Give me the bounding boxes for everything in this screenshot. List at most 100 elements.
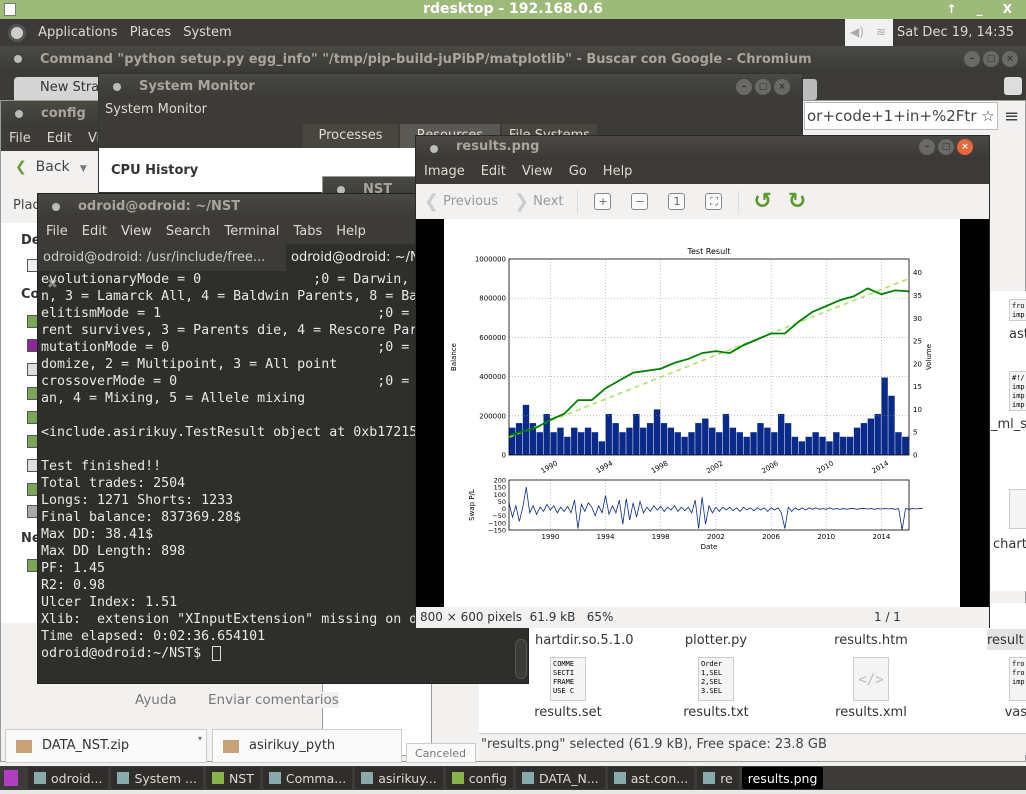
sysmon-header: System Monitor bbox=[99, 100, 802, 124]
tab-processes[interactable]: Processes bbox=[303, 124, 398, 148]
config-titlebar[interactable]: config bbox=[1, 101, 111, 127]
download-item[interactable]: asirikuy_pyth bbox=[212, 729, 402, 763]
menu-image[interactable]: Image bbox=[424, 160, 465, 184]
taskbar-item[interactable]: System ... bbox=[111, 767, 203, 789]
zoom-fit-icon[interactable]: ⛶ bbox=[705, 193, 723, 210]
chromium-titlebar[interactable]: Command "python setup.py egg_info" "/tmp… bbox=[0, 46, 1026, 73]
terminal-line: rent survives, 3 = Parents die, 4 = Resc… bbox=[41, 323, 418, 338]
file-name[interactable]: _ml_st bbox=[991, 417, 1026, 432]
volume-icon[interactable]: ◀) bbox=[844, 19, 869, 46]
scrollbar[interactable] bbox=[515, 639, 527, 679]
y-tick-label: 400000 bbox=[479, 373, 506, 381]
bottom-strip bbox=[0, 790, 1026, 794]
image-canvas[interactable]: Test Result 1990 1990 1994 1994 1998 1998 2002 2… bbox=[416, 219, 989, 607]
menu-terminal[interactable]: Terminal bbox=[224, 220, 279, 244]
file-item[interactable]: </> results.xml bbox=[816, 657, 926, 720]
menu-help[interactable]: Help bbox=[336, 220, 366, 244]
rotate-left-icon[interactable]: ↺ bbox=[753, 189, 771, 214]
file-thumbnail: #!/ imp imp imp bbox=[1009, 371, 1026, 411]
taskbar-item[interactable]: asirikuy... bbox=[355, 767, 443, 789]
menu-file[interactable]: File bbox=[9, 127, 31, 151]
file-item[interactable]: COMME SECTI FRAME USE C results.set bbox=[513, 657, 623, 720]
omnibox[interactable]: or+code+1+in+%2Ftr ☆ bbox=[804, 102, 998, 130]
taskbar-item[interactable]: odroid... bbox=[28, 767, 109, 789]
sysmon-titlebar[interactable]: System Monitor – □ × bbox=[99, 74, 802, 100]
menu-icon[interactable]: ≡ bbox=[1004, 106, 1019, 127]
taskbar-item[interactable]: results.png bbox=[741, 767, 824, 789]
menu-help[interactable]: Help bbox=[603, 160, 633, 184]
terminal-tab[interactable]: odroid@odroid: /usr/include/free... ✖ bbox=[38, 244, 284, 292]
chromium-title: Command "python setup.py egg_info" "/tmp… bbox=[40, 52, 812, 67]
clock[interactable]: Sat Dec 19, 14:35 bbox=[893, 19, 1018, 46]
volume-bar bbox=[715, 432, 723, 455]
maximize-button[interactable]: □ bbox=[755, 79, 771, 95]
back-button[interactable]: ❮ Back ▼ bbox=[15, 159, 87, 175]
menu-applications[interactable]: Applications bbox=[38, 25, 117, 40]
menu-view[interactable]: View bbox=[121, 220, 152, 244]
file-item-selected[interactable]: result bbox=[987, 629, 1026, 650]
menu-places[interactable]: Places bbox=[130, 25, 171, 40]
help-link[interactable]: Ayuda bbox=[135, 692, 177, 708]
volume-bar bbox=[771, 432, 778, 455]
zoom-in-icon[interactable]: + bbox=[594, 193, 612, 210]
menu-edit[interactable]: Edit bbox=[82, 220, 107, 244]
close-button[interactable]: × bbox=[957, 139, 973, 155]
rotate-right-icon[interactable]: ↻ bbox=[788, 189, 806, 214]
taskbar-label: System ... bbox=[134, 770, 197, 786]
taskbar-item[interactable]: Comma... bbox=[262, 767, 353, 789]
menu-edit[interactable]: Edit bbox=[47, 127, 72, 151]
archive-icon bbox=[223, 740, 239, 753]
rdesktop-titlebar[interactable]: rdesktop - 192.168.0.6 ↑ _ X bbox=[0, 0, 1026, 19]
show-desktop-icon[interactable] bbox=[4, 770, 18, 786]
taskbar-item[interactable]: DATA_N... bbox=[516, 767, 605, 789]
profile-icon[interactable] bbox=[1004, 77, 1022, 95]
menu-tabs[interactable]: Tabs bbox=[293, 220, 322, 244]
y2-tick-label: 35 bbox=[913, 292, 922, 300]
minimize-button[interactable]: – bbox=[919, 139, 935, 155]
app-icon bbox=[522, 772, 535, 784]
taskbar-item[interactable]: ast.con... bbox=[607, 767, 695, 789]
menu-file[interactable]: File bbox=[46, 220, 68, 244]
next-button[interactable]: ❯ Next bbox=[514, 191, 563, 212]
maximize-button[interactable]: □ bbox=[938, 139, 954, 155]
close-button[interactable]: × bbox=[1002, 51, 1018, 67]
menu-go[interactable]: Go bbox=[569, 160, 587, 184]
taskbar-item[interactable]: NST bbox=[205, 767, 260, 789]
volume-bar bbox=[736, 432, 743, 455]
file-item[interactable]: Order 1,SEL 2,SEL 3.SEL results.txt bbox=[661, 657, 771, 720]
maximize-button[interactable]: □ bbox=[983, 51, 999, 67]
file-name[interactable]: ast bbox=[1009, 327, 1026, 342]
image-size: 61.9 kB bbox=[529, 610, 576, 624]
file-name[interactable]: chart bbox=[993, 537, 1026, 552]
feedback-link[interactable]: Enviar comentarios bbox=[208, 692, 339, 708]
file-item[interactable]: plotter.py bbox=[661, 633, 771, 648]
ubuntu-logo-icon[interactable] bbox=[8, 23, 26, 42]
previous-button[interactable]: ❮ Previous bbox=[424, 191, 498, 212]
file-item[interactable]: results.htm bbox=[816, 633, 926, 648]
menu-edit[interactable]: Edit bbox=[481, 160, 506, 184]
terminal-line: Total trades: 2504 bbox=[41, 476, 186, 491]
star-icon[interactable]: ☆ bbox=[981, 107, 994, 125]
taskbar-item[interactable]: re bbox=[697, 767, 739, 789]
download-item-canceled[interactable]: Canceled bbox=[406, 743, 476, 763]
volume-bar bbox=[598, 441, 606, 455]
minimize-button[interactable]: – bbox=[736, 79, 752, 95]
zoom-out-icon[interactable]: − bbox=[631, 193, 649, 210]
taskbar-label: asirikuy... bbox=[378, 770, 437, 786]
taskbar-item[interactable]: config bbox=[445, 767, 514, 789]
close-button[interactable]: × bbox=[774, 79, 790, 95]
menu-system[interactable]: System bbox=[183, 25, 231, 40]
menu-view[interactable]: View bbox=[522, 160, 553, 184]
terminal-output[interactable]: evolutionaryMode = 0 ;0 = Darwin, 1 n, 3 … bbox=[41, 271, 433, 662]
wifi-icon[interactable]: ≋ bbox=[868, 19, 893, 46]
download-item[interactable]: DATA_NST.zip ▾ bbox=[5, 729, 207, 763]
zoom-normal-icon[interactable]: 1 bbox=[668, 193, 686, 210]
viewer-titlebar[interactable]: results.png – □ × bbox=[416, 136, 989, 160]
file-item[interactable]: hartdir.so.5.1.0 bbox=[535, 633, 635, 648]
file-item[interactable]: fro fro imp vas bbox=[979, 657, 1026, 720]
menu-search[interactable]: Search bbox=[166, 220, 211, 244]
chevron-down-icon[interactable]: ▼ bbox=[74, 164, 87, 174]
minimize-button[interactable]: – bbox=[964, 51, 980, 67]
rdesktop-window-controls[interactable]: ↑ _ X bbox=[946, 0, 1020, 19]
chevron-down-icon[interactable]: ▾ bbox=[198, 734, 202, 743]
